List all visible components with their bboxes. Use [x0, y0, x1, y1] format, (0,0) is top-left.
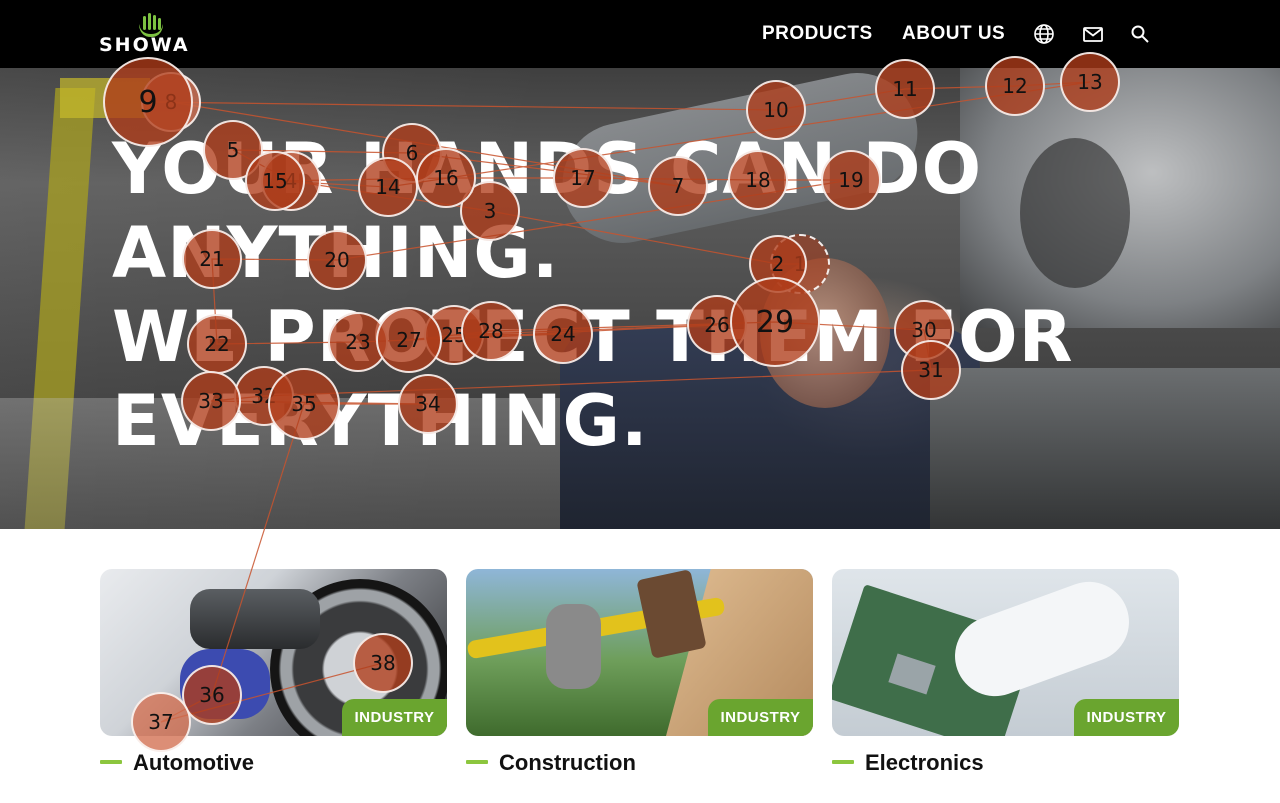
fixation-marker: 15 [245, 151, 305, 211]
card-title-dash [466, 760, 488, 764]
fixation-marker: 20 [307, 230, 367, 290]
hero-machine-hub [1020, 138, 1130, 288]
fixation-marker: 27 [376, 307, 442, 373]
fixation-marker: 31 [901, 340, 961, 400]
showa-logo[interactable]: SHOWA [99, 12, 209, 56]
fixation-marker: 19 [821, 150, 881, 210]
fixation-marker: 28 [461, 301, 521, 361]
card-construction[interactable]: INDUSTRY [466, 569, 813, 736]
card-title-dash [832, 760, 854, 764]
fixation-marker: 9 [103, 57, 193, 147]
glove-image [546, 604, 601, 689]
globe-icon[interactable] [1033, 23, 1055, 45]
card-badge: INDUSTRY [342, 699, 447, 736]
fixation-marker: 34 [398, 374, 458, 434]
card-title-automotive[interactable]: Automotive [133, 750, 254, 776]
fixation-marker: 13 [1060, 52, 1120, 112]
fixation-marker: 35 [268, 368, 340, 440]
hero-equipment [930, 368, 1280, 529]
fixation-marker: 21 [182, 229, 242, 289]
hero-banner: YOUR HANDS CAN DO ANYTHING. WE PROTECT T… [0, 68, 1280, 529]
logo-wordmark: SHOWA [99, 34, 190, 56]
impact-wrench-image [190, 589, 320, 649]
white-glove-image [943, 570, 1141, 708]
fixation-marker: 17 [553, 148, 613, 208]
card-title-dash [100, 760, 122, 764]
card-electronics[interactable]: INDUSTRY [832, 569, 1179, 736]
fixation-marker: 36 [182, 665, 242, 725]
fixation-marker: 22 [187, 314, 247, 374]
fixation-marker: 29 [730, 277, 820, 367]
fixation-marker: 16 [416, 148, 476, 208]
page-root: SHOWA PRODUCTS ABOUT US YOUR HANDS CAN D… [0, 0, 1280, 803]
fixation-marker: 37 [131, 692, 191, 752]
fixation-marker: 33 [181, 371, 241, 431]
fixation-marker: 24 [533, 304, 593, 364]
hammer-head-image [636, 569, 707, 659]
search-icon[interactable] [1130, 24, 1152, 46]
fixation-marker: 14 [358, 157, 418, 217]
fixation-marker: 10 [746, 80, 806, 140]
card-badge: INDUSTRY [1074, 699, 1179, 736]
nav-about-us[interactable]: ABOUT US [902, 23, 1005, 45]
fixation-marker: 7 [648, 156, 708, 216]
fixation-marker: 12 [985, 56, 1045, 116]
mail-icon[interactable] [1082, 23, 1104, 45]
card-title-electronics[interactable]: Electronics [865, 750, 984, 776]
fixation-marker: 38 [353, 633, 413, 693]
card-badge: INDUSTRY [708, 699, 813, 736]
card-title-construction[interactable]: Construction [499, 750, 636, 776]
fixation-marker: 18 [728, 150, 788, 210]
fixation-marker: 11 [875, 59, 935, 119]
nav-products[interactable]: PRODUCTS [762, 23, 873, 45]
